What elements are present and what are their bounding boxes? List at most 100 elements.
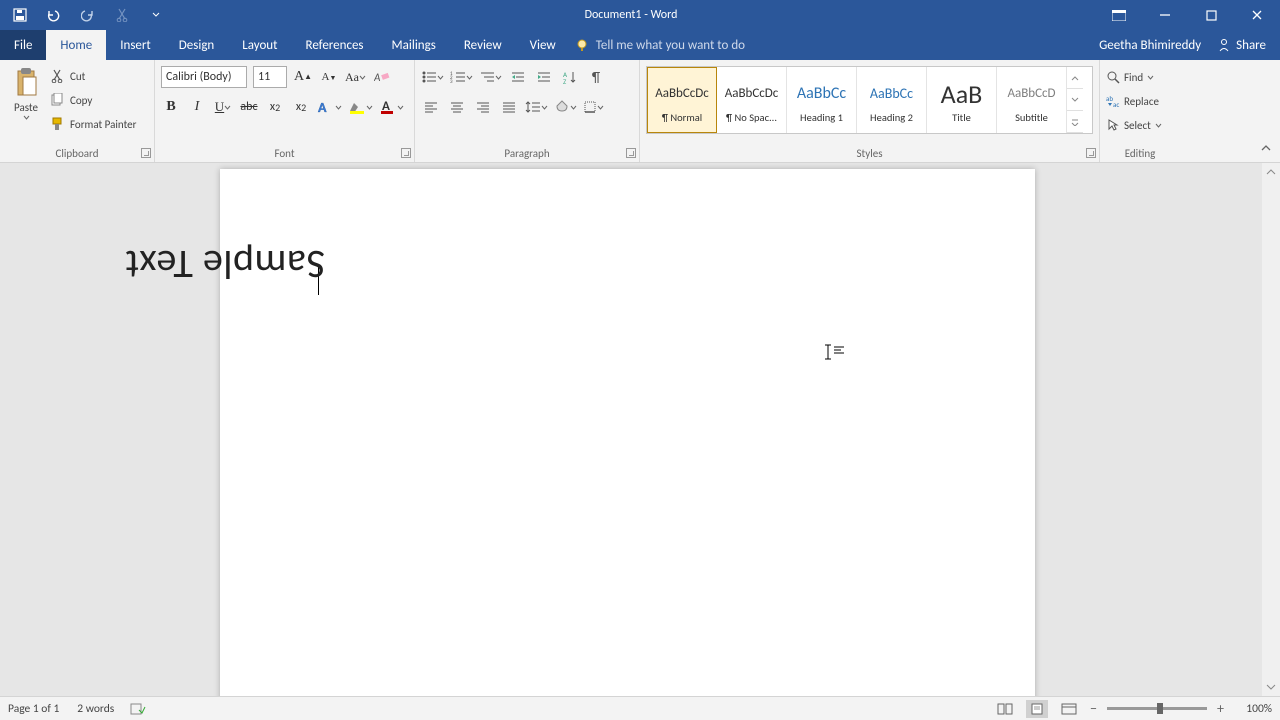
tab-home[interactable]: Home [46, 30, 106, 60]
underline-icon[interactable]: U [213, 97, 233, 117]
styles-row-down[interactable] [1067, 89, 1083, 111]
numbering-icon[interactable]: 123 [450, 67, 473, 87]
group-font-label: Font [155, 147, 414, 160]
format-painter-button[interactable]: Format Painter [50, 113, 136, 135]
close-icon[interactable] [1234, 0, 1280, 30]
spell-check-icon[interactable] [128, 699, 148, 719]
ribbon-display-icon[interactable] [1096, 0, 1142, 30]
italic-icon[interactable]: I [187, 97, 207, 117]
maximize-icon[interactable] [1188, 0, 1234, 30]
strikethrough-icon[interactable]: abc [239, 97, 259, 117]
zoom-in-icon[interactable]: + [1217, 700, 1224, 717]
styles-row-up[interactable] [1067, 67, 1083, 89]
font-name-combo[interactable]: Calibri (Body) [161, 66, 247, 88]
zoom-slider[interactable] [1107, 707, 1207, 710]
tab-file[interactable]: File [0, 30, 46, 60]
subscript-icon[interactable]: x2 [265, 97, 285, 117]
style-subtitle[interactable]: AaBbCcDSubtitle [997, 67, 1067, 133]
shrink-font-icon[interactable]: A▼ [319, 67, 339, 87]
find-label: Find [1124, 71, 1143, 84]
justify-icon[interactable] [499, 97, 519, 117]
styles-more[interactable] [1067, 111, 1083, 133]
redo-icon[interactable] [78, 5, 98, 25]
document-area[interactable]: Sample Text [0, 163, 1262, 696]
scroll-down-icon[interactable] [1262, 678, 1280, 696]
styles-gallery[interactable]: AaBbCcDc¶ Normal AaBbCcDc¶ No Spac... Aa… [646, 66, 1093, 134]
superscript-icon[interactable]: x2 [291, 97, 311, 117]
bold-icon[interactable]: B [161, 97, 181, 117]
web-layout-icon[interactable] [1058, 700, 1080, 718]
minimize-icon[interactable] [1142, 0, 1188, 30]
style-heading1[interactable]: AaBbCcHeading 1 [787, 67, 857, 133]
zoom-out-icon[interactable]: − [1090, 700, 1097, 717]
text-effects-icon[interactable]: A [317, 97, 342, 117]
align-right-icon[interactable] [473, 97, 493, 117]
print-layout-icon[interactable] [1026, 700, 1048, 718]
styles-launcher[interactable] [1086, 148, 1096, 158]
increase-indent-icon[interactable] [534, 67, 554, 87]
cut-button[interactable]: Cut [50, 65, 136, 87]
tell-me-label: Tell me what you want to do [596, 38, 745, 53]
undo-icon[interactable] [44, 5, 64, 25]
cut-label: Cut [70, 70, 85, 83]
find-button[interactable]: Find [1106, 66, 1154, 88]
shading-icon[interactable] [554, 97, 577, 117]
font-color-icon[interactable]: A [379, 97, 404, 117]
style-title[interactable]: AaBTitle [927, 67, 997, 133]
zoom-level[interactable]: 100% [1234, 702, 1272, 716]
document-text[interactable]: Sample Text [125, 240, 325, 289]
multilevel-icon[interactable] [479, 67, 502, 87]
select-button[interactable]: Select [1106, 114, 1162, 136]
chevron-down-icon [23, 114, 30, 121]
clear-format-icon[interactable]: A [372, 67, 392, 87]
borders-icon[interactable] [583, 97, 604, 117]
share-button[interactable]: Share [1217, 38, 1266, 53]
font-size-combo[interactable]: 11 [253, 66, 287, 88]
scroll-up-icon[interactable] [1262, 163, 1280, 181]
style-normal[interactable]: AaBbCcDc¶ Normal [647, 67, 717, 133]
paragraph-launcher[interactable] [626, 148, 636, 158]
clipboard-launcher[interactable] [141, 148, 151, 158]
group-styles-label: Styles [640, 147, 1099, 160]
svg-text:ab: ab [1106, 94, 1113, 103]
tab-design[interactable]: Design [165, 30, 228, 60]
status-page[interactable]: Page 1 of 1 [8, 702, 59, 716]
tab-review[interactable]: Review [450, 30, 516, 60]
style-heading2[interactable]: AaBbCcHeading 2 [857, 67, 927, 133]
style-no-spacing[interactable]: AaBbCcDc¶ No Spac... [717, 67, 787, 133]
chevron-down-icon [1147, 74, 1154, 81]
window-title: Document1 - Word [166, 8, 1096, 22]
tab-mailings[interactable]: Mailings [378, 30, 450, 60]
page[interactable]: Sample Text [220, 169, 1035, 696]
replace-button[interactable]: abac Replace [1106, 90, 1159, 112]
user-name[interactable]: Geetha Bhimireddy [1099, 38, 1201, 53]
group-paragraph-label: Paragraph [415, 147, 639, 160]
tab-layout[interactable]: Layout [228, 30, 291, 60]
font-launcher[interactable] [401, 148, 411, 158]
collapse-ribbon-icon[interactable] [1256, 138, 1276, 158]
bullets-icon[interactable] [421, 67, 444, 87]
tab-insert[interactable]: Insert [106, 30, 165, 60]
paste-button[interactable]: Paste [6, 63, 46, 135]
save-icon[interactable] [10, 5, 30, 25]
align-left-icon[interactable] [421, 97, 441, 117]
decrease-indent-icon[interactable] [508, 67, 528, 87]
show-hide-icon[interactable]: ¶ [586, 67, 606, 87]
status-words[interactable]: 2 words [77, 702, 114, 716]
change-case-icon[interactable]: Aa [345, 67, 366, 87]
highlight-icon[interactable] [348, 97, 373, 117]
qat-customize-icon[interactable] [146, 5, 166, 25]
grow-font-icon[interactable]: A▲ [293, 67, 313, 87]
vertical-scrollbar[interactable] [1262, 163, 1280, 696]
tell-me-search[interactable]: Tell me what you want to do [576, 30, 745, 60]
sort-icon[interactable]: AZ [560, 67, 580, 87]
svg-text:A: A [318, 99, 327, 115]
copy-button[interactable]: Copy [50, 89, 136, 111]
tab-view[interactable]: View [516, 30, 570, 60]
svg-text:ac: ac [1113, 100, 1119, 108]
align-center-icon[interactable] [447, 97, 467, 117]
read-mode-icon[interactable] [994, 700, 1016, 718]
copy-label: Copy [70, 94, 92, 107]
line-spacing-icon[interactable] [525, 97, 548, 117]
tab-references[interactable]: References [292, 30, 378, 60]
